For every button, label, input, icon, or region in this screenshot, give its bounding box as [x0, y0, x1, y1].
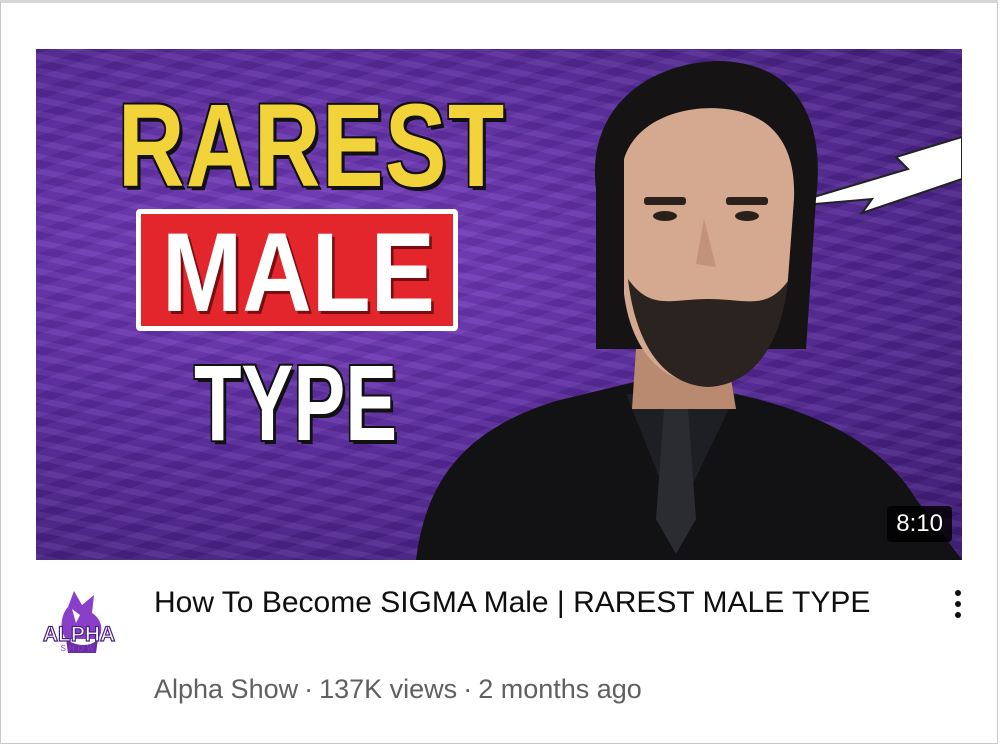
man-eye-right: [735, 211, 759, 221]
man-brow-right: [726, 197, 768, 205]
upload-age: 2 months ago: [478, 674, 642, 704]
channel-avatar[interactable]: ALPHA SHOW: [36, 583, 122, 669]
kebab-dot: [955, 601, 961, 607]
man-eye-left: [653, 211, 677, 221]
kebab-menu-icon[interactable]: [944, 584, 972, 624]
meta-separator: ·: [463, 674, 473, 704]
meta-separator: ·: [304, 674, 314, 704]
thumbnail-text-type: TYPE: [194, 342, 398, 463]
man-brow-left: [644, 197, 686, 205]
avatar-text: ALPHA: [43, 623, 115, 646]
thumbnail-text-male: MALE: [162, 210, 435, 335]
avatar-subtext: SHOW: [61, 644, 98, 653]
duration-badge: 8:10: [887, 506, 952, 542]
wolf-logo-icon: ALPHA SHOW: [42, 591, 116, 653]
view-count: 137K views: [319, 674, 458, 704]
channel-name[interactable]: Alpha Show: [154, 674, 298, 704]
kebab-dot: [955, 590, 961, 596]
video-thumbnail[interactable]: RAREST MALE TYPE 8:10: [36, 49, 962, 560]
thumbnail-text-rarest: RAREST: [118, 80, 506, 212]
kebab-dot: [955, 612, 961, 618]
video-metadata: Alpha Show · 137K views · 2 months ago: [154, 672, 642, 706]
video-title[interactable]: How To Become SIGMA Male | RAREST MALE T…: [154, 584, 894, 622]
